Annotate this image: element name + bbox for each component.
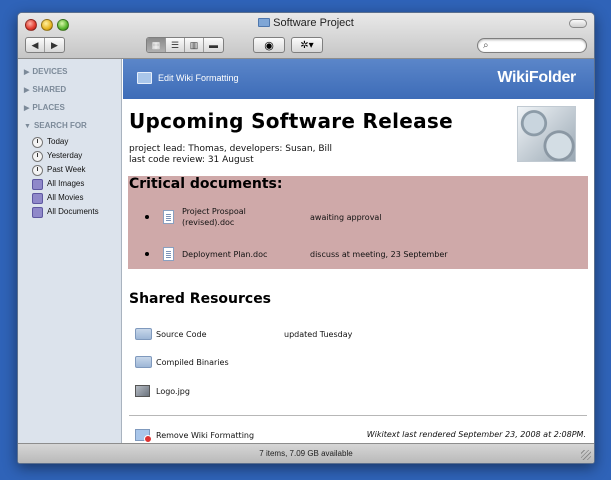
list-view-button[interactable]: ☰ (166, 38, 185, 52)
gears-image (517, 106, 576, 162)
resource-name: Logo.jpg (156, 386, 190, 396)
folder-icon (135, 356, 152, 368)
coverflow-view-button[interactable]: ▬ (204, 38, 223, 52)
image-file-icon (135, 385, 150, 397)
list-item[interactable]: Deployment Plan.doc discuss at meeting, … (145, 247, 448, 261)
clock-icon (32, 150, 43, 162)
list-item[interactable]: Logo.jpg (135, 385, 284, 397)
critical-documents-heading: Critical documents: (129, 176, 283, 192)
document-name-line: (revised).doc (182, 218, 235, 227)
disclosure-triangle-icon: ▶ (24, 69, 30, 76)
action-menu-button[interactable]: ✲▾ (291, 37, 323, 53)
resource-name: Compiled Binaries (156, 357, 229, 367)
sidebar-section-label: SEARCH FOR (33, 121, 87, 130)
resource-note: updated Tuesday (284, 329, 353, 339)
view-mode-buttons: ▦ ☰ ▥ ▬ (146, 37, 224, 53)
sidebar-section-search-for[interactable]: ▼ SEARCH FOR (18, 117, 121, 135)
sidebar-item-label: Today (47, 137, 69, 146)
meta-line-review: last code review: 31 August (129, 155, 254, 165)
forward-arrow-icon[interactable]: ▶ (45, 38, 64, 52)
sidebar: ▶ DEVICES ▶ SHARED ▶ PLACES ▼ SEARCH FOR Tod… (18, 59, 122, 445)
resize-grip-icon[interactable] (581, 450, 591, 460)
document-icon (163, 210, 174, 224)
document-name: Project Prospoal (revised).doc (182, 206, 310, 228)
column-view-button[interactable]: ▥ (185, 38, 204, 52)
search-icon: ⌕ (483, 40, 489, 51)
sidebar-item-all-movies[interactable]: All Movies (18, 191, 121, 205)
sidebar-item-all-documents[interactable]: All Documents (18, 205, 121, 219)
disclosure-triangle-icon: ▶ (24, 105, 30, 112)
shared-resources-heading: Shared Resources (129, 291, 272, 307)
wiki-folder-icon (137, 72, 152, 84)
project-meta: project lead: Thomas, developers: Susan,… (129, 144, 332, 166)
remove-wiki-formatting-button[interactable]: Remove Wiki Formatting (135, 429, 255, 443)
sidebar-section-label: SHARED (32, 85, 67, 94)
sidebar-item-past-week[interactable]: Past Week (18, 163, 121, 177)
window-title-text: Software Project (273, 17, 354, 29)
sidebar-item-label: All Images (47, 179, 85, 188)
divider (129, 415, 587, 416)
sidebar-section-label: DEVICES (32, 67, 68, 76)
remove-wiki-icon (135, 429, 152, 443)
document-name-line: Project Prospoal (182, 207, 246, 216)
finder-window: Software Project ◀ ▶ ▦ ☰ ▥ ▬ ◉ ✲▾ ⌕ ▶ DEV… (17, 12, 595, 464)
folder-icon (135, 328, 152, 340)
sidebar-item-label: All Movies (47, 193, 84, 202)
page-title: Upcoming Software Release (129, 109, 453, 133)
render-timestamp: Wikitext last rendered September 23, 200… (366, 430, 586, 439)
clock-icon (32, 164, 43, 176)
document-icon (163, 247, 174, 261)
document-status: awaiting approval (310, 212, 382, 222)
clock-icon (32, 136, 43, 148)
list-item[interactable]: Project Prospoal (revised).doc awaiting … (145, 206, 382, 228)
bullet-icon (145, 215, 149, 219)
smart-folder-icon (32, 206, 43, 218)
title-bar: Software Project ◀ ▶ ▦ ☰ ▥ ▬ ◉ ✲▾ ⌕ (18, 13, 594, 59)
status-bar: 7 items, 7.09 GB available (18, 443, 594, 463)
sidebar-section-places[interactable]: ▶ PLACES (18, 99, 121, 117)
sidebar-item-label: All Documents (47, 207, 99, 216)
document-name: Deployment Plan.doc (182, 249, 268, 259)
back-arrow-icon[interactable]: ◀ (26, 38, 45, 52)
edit-wiki-formatting-label: Edit Wiki Formatting (158, 73, 239, 83)
remove-wiki-formatting-label: Remove Wiki Formatting (156, 430, 255, 440)
navigation-buttons: ◀ ▶ (25, 37, 65, 53)
sidebar-section-label: PLACES (32, 103, 65, 112)
critical-documents-section: Critical documents: Project Prospoal (re… (128, 176, 588, 269)
wiki-content-area: Edit Wiki Formatting WikiFolder Upcoming… (123, 59, 594, 445)
quicklook-button[interactable]: ◉ (253, 37, 285, 53)
gear-icon: ✲▾ (300, 39, 314, 51)
sidebar-item-yesterday[interactable]: Yesterday (18, 149, 121, 163)
disclosure-triangle-icon: ▼ (24, 123, 31, 130)
eye-icon: ◉ (264, 39, 274, 52)
meta-line-team: project lead: Thomas, developers: Susan,… (129, 144, 333, 154)
wiki-header-bar: Edit Wiki Formatting WikiFolder (123, 59, 594, 99)
search-field[interactable]: ⌕ (477, 38, 587, 53)
icon-view-button[interactable]: ▦ (147, 38, 166, 52)
disclosure-triangle-icon: ▶ (24, 87, 30, 94)
sidebar-item-label: Past Week (47, 165, 86, 174)
sidebar-item-label: Yesterday (47, 151, 83, 160)
status-text: 7 items, 7.09 GB available (259, 449, 353, 458)
smart-folder-icon (32, 192, 43, 204)
sidebar-section-shared[interactable]: ▶ SHARED (18, 81, 121, 99)
document-status: discuss at meeting, 23 September (310, 249, 448, 259)
list-item[interactable]: Compiled Binaries (135, 356, 284, 368)
sidebar-item-all-images[interactable]: All Images (18, 177, 121, 191)
folder-icon (258, 18, 271, 27)
sidebar-section-devices[interactable]: ▶ DEVICES (18, 63, 121, 81)
toolbar-toggle-button[interactable] (569, 19, 587, 28)
bullet-icon (145, 252, 149, 256)
edit-wiki-formatting-button[interactable]: Edit Wiki Formatting (137, 72, 239, 84)
sidebar-item-today[interactable]: Today (18, 135, 121, 149)
resource-name: Source Code (156, 329, 207, 339)
smart-folder-icon (32, 178, 43, 190)
list-item[interactable]: Source Code updated Tuesday (135, 328, 352, 340)
wikifolder-logo: WikiFolder (497, 69, 576, 86)
window-title: Software Project (18, 17, 594, 29)
